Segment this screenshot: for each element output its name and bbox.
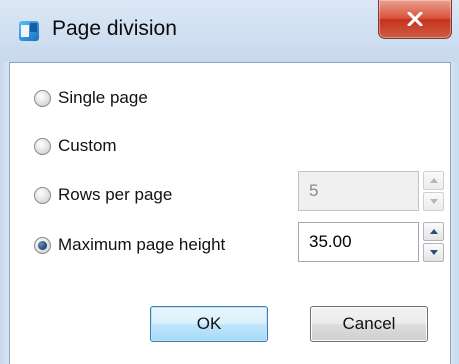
max-page-height-down-button[interactable]: [423, 243, 444, 262]
radio-custom[interactable]: Custom: [34, 136, 117, 156]
app-icon: [19, 21, 39, 41]
max-page-height-up-button[interactable]: [423, 222, 444, 241]
close-button[interactable]: [378, 0, 452, 39]
rows-per-page-up-button[interactable]: [423, 171, 444, 190]
radio-maximum-page-height[interactable]: Maximum page height: [34, 235, 225, 255]
dialog-body: Single page Custom Rows per page Maximum…: [9, 62, 451, 364]
max-page-height-input[interactable]: [298, 222, 419, 262]
chevron-down-icon: [429, 250, 438, 255]
radio-label: Rows per page: [58, 185, 173, 204]
chevron-down-icon: [429, 199, 438, 204]
chevron-up-icon: [429, 178, 438, 183]
radio-label: Custom: [58, 136, 117, 155]
radio-indicator[interactable]: [34, 137, 51, 155]
close-icon: [407, 12, 423, 26]
title-bar: Page division: [0, 0, 459, 62]
radio-rows-per-page[interactable]: Rows per page: [34, 185, 172, 205]
window-title: Page division: [52, 17, 177, 40]
rows-per-page-down-button[interactable]: [423, 192, 444, 211]
ok-button[interactable]: OK: [150, 306, 268, 342]
window-frame-right: [451, 62, 459, 364]
radio-label: Maximum page height: [58, 235, 226, 254]
radio-indicator[interactable]: [34, 186, 51, 204]
cancel-button[interactable]: Cancel: [310, 306, 428, 342]
window-frame-left: [0, 62, 9, 364]
rows-per-page-input[interactable]: [298, 171, 419, 211]
radio-indicator[interactable]: [34, 89, 51, 107]
radio-indicator[interactable]: [34, 236, 51, 254]
radio-single-page[interactable]: Single page: [34, 88, 148, 108]
chevron-up-icon: [429, 229, 438, 234]
radio-label: Single page: [58, 88, 148, 107]
